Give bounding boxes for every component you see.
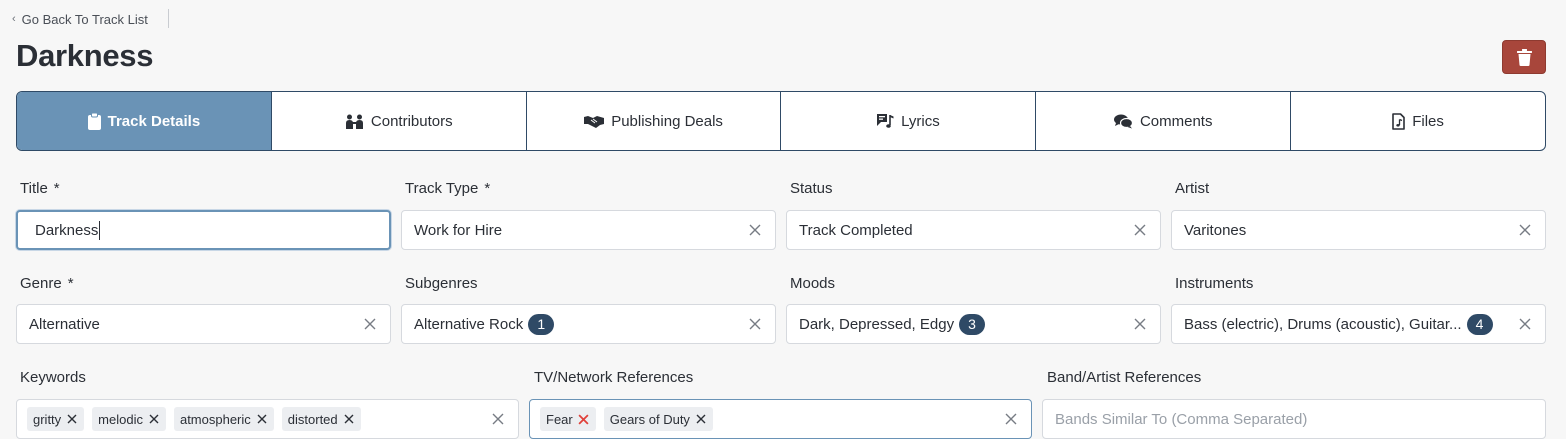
keyword-chip: distorted [281, 407, 361, 431]
remove-chip-icon[interactable] [578, 413, 590, 425]
moods-label: Moods [790, 275, 836, 292]
chip-label: Fear [546, 411, 573, 427]
clear-moods-icon[interactable] [1132, 316, 1148, 332]
clear-genre-icon[interactable] [362, 316, 378, 332]
tab-track-details[interactable]: Track Details [17, 92, 271, 150]
remove-chip-icon[interactable] [148, 413, 160, 425]
tab-lyrics[interactable]: Lyrics [780, 92, 1035, 150]
remove-chip-icon[interactable] [343, 413, 355, 425]
clear-status-icon[interactable] [1132, 222, 1148, 238]
required-mark: * [53, 180, 60, 197]
artist-label: Artist [1175, 180, 1210, 197]
chip-label: Gears of Duty [609, 411, 690, 427]
artist-select[interactable]: Varitones [1171, 210, 1546, 250]
title-label: Title * [20, 180, 60, 197]
tab-label: Lyrics [901, 112, 940, 130]
chip-label: atmospheric [179, 411, 251, 427]
artist-value: Varitones [1184, 221, 1247, 239]
clear-track-type-icon[interactable] [747, 222, 763, 238]
status-select[interactable]: Track Completed [786, 210, 1161, 250]
trash-icon [1516, 48, 1532, 66]
title-label-text: Title [20, 180, 48, 197]
back-to-track-list-link[interactable]: ‹ Go Back To Track List [12, 10, 148, 28]
keyword-chip: melodic [92, 407, 166, 431]
moods-select[interactable]: Dark, Depressed, Edgy 3 [786, 304, 1161, 344]
lyrics-icon [877, 113, 894, 128]
status-label: Status [790, 180, 833, 197]
tv-network-references-input[interactable]: Fear Gears of Duty [529, 399, 1032, 439]
track-type-label: Track Type * [405, 180, 490, 197]
tab-publishing-deals[interactable]: Publishing Deals [525, 92, 781, 150]
clear-artist-icon[interactable] [1517, 222, 1533, 238]
header-divider [168, 9, 169, 28]
instruments-select[interactable]: Bass (electric), Drums (acoustic), Guita… [1171, 304, 1546, 344]
text-caret [99, 220, 101, 240]
remove-chip-icon[interactable] [256, 413, 268, 425]
back-link-label: Go Back To Track List [21, 11, 148, 27]
instruments-label: Instruments [1175, 275, 1254, 292]
chip-label: melodic [98, 411, 143, 427]
band-artist-references-label: Band/Artist References [1047, 369, 1202, 386]
tv-reference-chip: Gears of Duty [603, 407, 713, 431]
handshake-icon [584, 115, 605, 128]
instruments-count-badge: 4 [1466, 313, 1493, 335]
remove-chip-icon[interactable] [695, 413, 707, 425]
comments-icon [1113, 114, 1133, 128]
track-type-value: Work for Hire [414, 221, 503, 239]
keyword-chip: gritty [27, 407, 85, 431]
tab-label: Contributors [370, 112, 453, 130]
tab-contributors[interactable]: Contributors [270, 92, 526, 150]
clear-subgenres-icon[interactable] [747, 316, 763, 332]
required-mark: * [67, 275, 74, 292]
required-mark: * [484, 180, 491, 197]
subgenres-value: Alternative Rock [414, 315, 524, 333]
genre-label: Genre * [20, 275, 74, 292]
genre-select[interactable]: Alternative [16, 304, 391, 344]
band-artist-references-input[interactable]: Bands Similar To (Comma Separated) [1042, 399, 1546, 439]
clear-instruments-icon[interactable] [1517, 316, 1533, 332]
moods-count-badge: 3 [959, 313, 986, 335]
tab-label: Track Details [107, 112, 201, 130]
keywords-input[interactable]: gritty melodic atmospheric distorted [16, 399, 519, 439]
track-type-select[interactable]: Work for Hire [401, 210, 776, 250]
instruments-value: Bass (electric), Drums (acoustic), Guita… [1184, 315, 1462, 333]
chip-label: gritty [33, 411, 62, 427]
genre-value: Alternative [29, 315, 100, 333]
remove-chip-icon[interactable] [66, 413, 78, 425]
tab-label: Files [1412, 112, 1444, 130]
keyword-chip: atmospheric [173, 407, 274, 431]
subgenres-select[interactable]: Alternative Rock 1 [401, 304, 776, 344]
delete-track-button[interactable] [1502, 40, 1546, 74]
page-title: Darkness [16, 38, 154, 73]
track-tabs: Track Details Contributors Publishing De… [16, 91, 1546, 151]
subgenres-label: Subgenres [405, 275, 478, 292]
keywords-label: Keywords [20, 369, 86, 386]
tab-files[interactable]: Files [1290, 92, 1545, 150]
title-input-value: Darkness [35, 221, 99, 239]
tab-label: Publishing Deals [611, 112, 723, 130]
subgenres-count-badge: 1 [528, 313, 555, 335]
moods-value: Dark, Depressed, Edgy [799, 315, 955, 333]
title-input[interactable]: Darkness [16, 210, 391, 250]
tv-reference-chip: Fear [540, 407, 596, 431]
clipboard-icon [87, 112, 101, 130]
music-file-icon [1392, 112, 1406, 130]
chip-label: distorted [287, 411, 338, 427]
tab-comments[interactable]: Comments [1035, 92, 1290, 150]
tv-network-references-label: TV/Network References [534, 369, 694, 386]
chevron-left-icon: ‹ [12, 13, 16, 25]
people-icon [345, 114, 363, 129]
tab-label: Comments [1139, 112, 1213, 130]
status-value: Track Completed [799, 221, 913, 239]
track-type-label-text: Track Type [405, 180, 479, 197]
genre-label-text: Genre [20, 275, 62, 292]
